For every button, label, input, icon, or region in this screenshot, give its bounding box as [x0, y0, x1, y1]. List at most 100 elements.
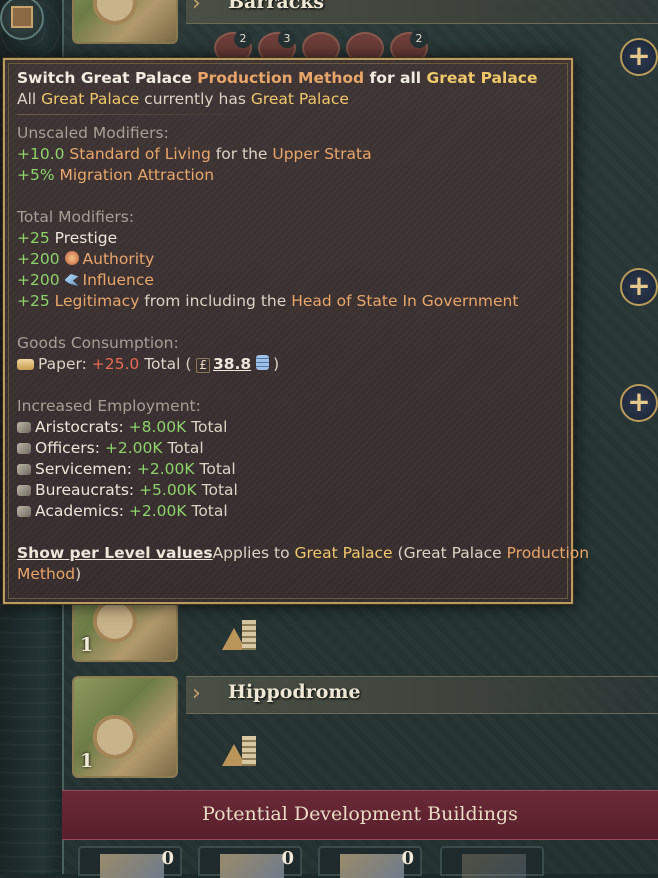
production-method-icon[interactable] — [222, 734, 260, 768]
pop-label: Bureaucrats: — [35, 481, 140, 499]
potential-building-card[interactable] — [440, 846, 544, 878]
pop-label: Aristocrats: — [35, 418, 129, 436]
influence-value: +200 — [17, 271, 60, 289]
building-count: 0 — [161, 848, 174, 869]
pop-value: +2.00K — [128, 502, 187, 520]
servicemen-icon — [17, 464, 31, 475]
employment-aristocrats: Aristocrats: +8.00K Total — [17, 417, 559, 438]
pop-label: Servicemen: — [35, 460, 137, 478]
paper-cost[interactable]: 38.8 — [213, 355, 251, 373]
column-shape — [242, 736, 256, 766]
sol-value: +10.0 — [17, 145, 65, 163]
applies-close: ) — [75, 565, 82, 583]
pop-suffix: Total — [196, 481, 238, 499]
title-building: Great Palace — [426, 69, 538, 87]
chevron-right-icon: › — [192, 681, 201, 706]
sol-strata: Upper Strata — [272, 145, 372, 163]
pop-suffix: Total — [186, 418, 228, 436]
sub-has: currently has — [139, 90, 251, 108]
building-image — [340, 854, 404, 878]
paper-total: Total ( — [139, 355, 192, 373]
production-method-icon[interactable] — [222, 618, 260, 652]
hippodrome-header[interactable]: › Hippodrome — [186, 676, 658, 714]
potential-development-header: Potential Development Buildings — [62, 790, 658, 840]
crate-icon — [11, 6, 33, 28]
authority-label: Authority — [82, 250, 155, 268]
tooltip-footer-line2: Method) — [17, 564, 559, 585]
pop-suffix: Total — [194, 460, 236, 478]
building-row-hippodrome[interactable]: 1 › Hippodrome — [64, 674, 658, 782]
sub-pm: Great Palace — [250, 90, 349, 108]
unit-count-badge: 2 — [234, 30, 252, 48]
applies-pm-2: Method — [17, 565, 76, 583]
add-building-button[interactable]: + — [620, 38, 658, 76]
pop-value: +5.00K — [139, 481, 197, 499]
unit-count-badge: 3 — [278, 30, 296, 48]
migration-label: Migration Attraction — [54, 166, 215, 184]
pop-value: +8.00K — [128, 418, 187, 436]
applies-pm-1: Production — [506, 544, 590, 562]
building-name: Barracks — [228, 0, 325, 13]
production-method-tooltip: Switch Great Palace Production Method fo… — [3, 58, 589, 604]
modifier-influence: +200 Influence — [17, 270, 559, 291]
authority-value: +200 — [17, 250, 60, 268]
pop-value: +2.00K — [136, 460, 195, 478]
officers-icon — [17, 443, 31, 454]
legitimacy-mid: from including the — [139, 292, 292, 310]
prestige-label: Prestige — [49, 229, 118, 247]
modifier-migration: +5% Migration Attraction — [17, 165, 559, 186]
goods-paper: Paper: +25.0 Total ( £38.8 ) — [17, 354, 559, 375]
paper-icon — [17, 359, 34, 370]
head-of-state-link[interactable]: Head of State In Government — [291, 292, 518, 310]
potential-building-card[interactable]: 0 — [78, 846, 182, 878]
tooltip-separator — [17, 114, 257, 115]
legitimacy-value: +25 — [17, 292, 50, 310]
add-building-button[interactable]: + — [620, 384, 658, 422]
sub-all: All — [17, 90, 42, 108]
employment-servicemen: Servicemen: +2.00K Total — [17, 459, 559, 480]
hippodrome-thumbnail[interactable]: 1 — [72, 676, 178, 778]
column-shape — [242, 620, 256, 650]
title-pm: Production Method — [197, 69, 365, 87]
bureaucrats-icon — [17, 485, 31, 496]
employment-header: Increased Employment: — [17, 397, 201, 415]
pop-suffix: Total — [162, 439, 204, 457]
building-level: 1 — [80, 750, 94, 772]
potential-building-card[interactable]: 0 — [318, 846, 422, 878]
barracks-thumbnail[interactable] — [72, 0, 178, 44]
title-switch: Switch Great Palace — [17, 69, 198, 87]
authority-icon — [64, 251, 79, 265]
influence-label: Influence — [82, 271, 154, 289]
tooltip-subtitle: All Great Palace currently has Great Pal… — [17, 89, 559, 110]
show-per-level-link[interactable]: Show per Level values — [17, 544, 213, 562]
building-name: Hippodrome — [228, 681, 361, 703]
building-count: 0 — [281, 848, 294, 869]
sol-for: for the — [210, 145, 273, 163]
potential-title: Potential Development Buildings — [202, 803, 518, 825]
applies-building: Great Palace — [294, 544, 393, 562]
modifier-prestige: +25 Prestige — [17, 228, 559, 249]
prestige-value: +25 — [17, 229, 50, 247]
chevron-right-icon: › — [192, 0, 201, 16]
total-header: Total Modifiers: — [17, 208, 135, 226]
add-building-button[interactable]: + — [620, 268, 658, 306]
potential-building-card[interactable]: 0 — [198, 846, 302, 878]
paper-close: ) — [273, 355, 280, 373]
unit-count-badge: 2 — [410, 30, 428, 48]
academics-icon — [17, 506, 31, 517]
pop-label: Academics: — [35, 502, 129, 520]
barracks-header[interactable]: › Barracks — [186, 0, 658, 24]
paper-value: +25.0 — [91, 355, 140, 373]
pound-icon: £ — [196, 358, 210, 373]
employment-academics: Academics: +2.00K Total — [17, 501, 559, 522]
sol-label: Standard of Living — [64, 145, 211, 163]
influence-icon — [64, 274, 79, 286]
goods-header: Goods Consumption: — [17, 334, 179, 352]
title-for-all: for all — [364, 69, 427, 87]
unscaled-header: Unscaled Modifiers: — [17, 124, 169, 142]
employment-officers: Officers: +2.00K Total — [17, 438, 559, 459]
tooltip-footer-line1: Show per Level valuesApplies to Great Pa… — [17, 543, 589, 564]
sub-building: Great Palace — [41, 90, 140, 108]
